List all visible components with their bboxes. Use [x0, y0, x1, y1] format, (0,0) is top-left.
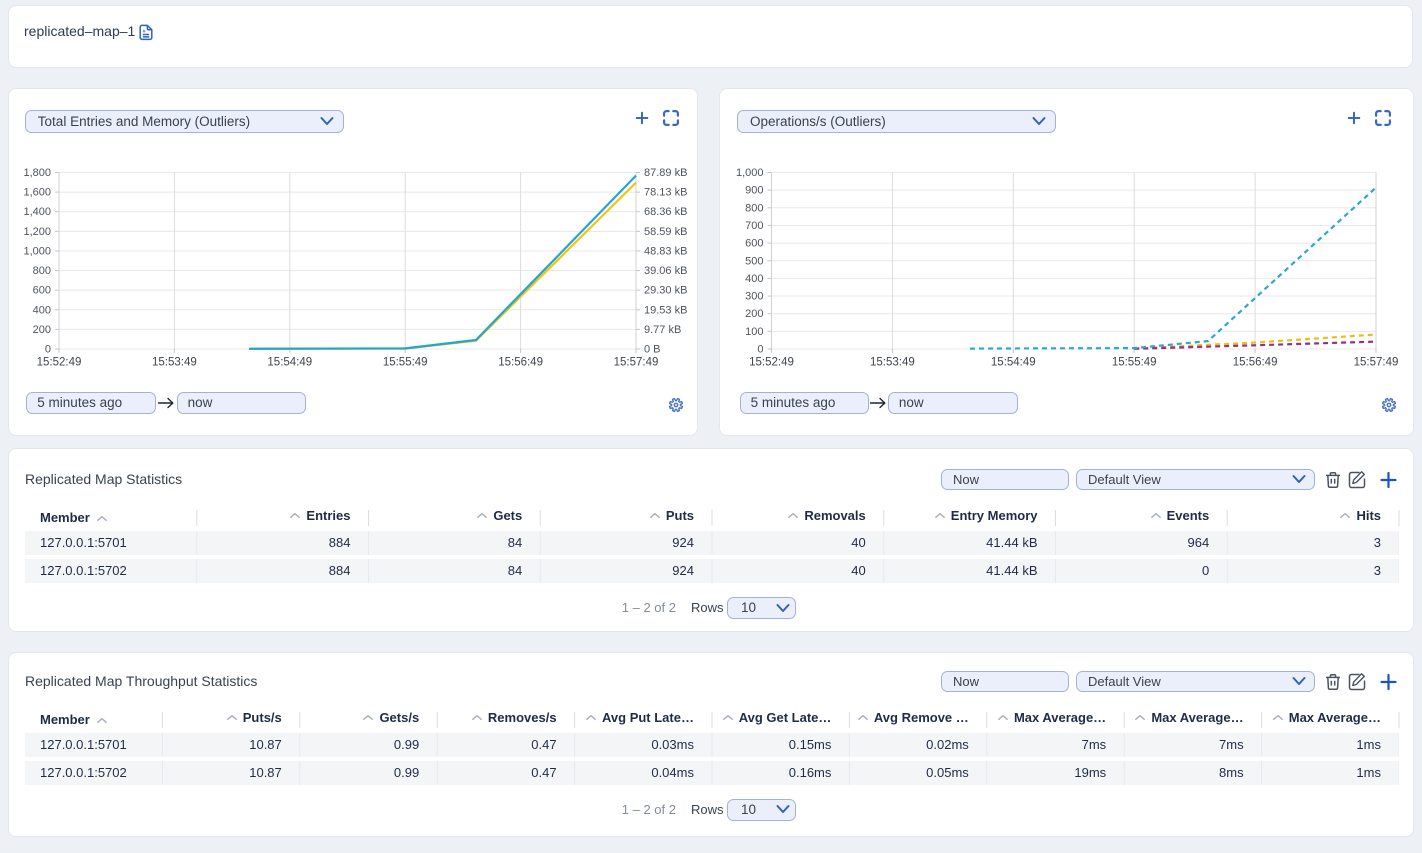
- svg-text:800: 800: [745, 202, 763, 214]
- svg-text:15:52:49: 15:52:49: [749, 356, 794, 368]
- svg-text:1,000: 1,000: [736, 167, 764, 179]
- svg-text:19.53 kB: 19.53 kB: [644, 304, 687, 316]
- svg-text:200: 200: [745, 308, 763, 320]
- svg-text:15:53:49: 15:53:49: [152, 356, 197, 368]
- svg-text:0: 0: [757, 343, 763, 355]
- svg-text:15:54:49: 15:54:49: [991, 356, 1036, 368]
- svg-text:1,400: 1,400: [23, 206, 51, 218]
- svg-text:1,600: 1,600: [23, 186, 51, 198]
- svg-text:78.13 kB: 78.13 kB: [644, 186, 687, 198]
- svg-text:15:54:49: 15:54:49: [267, 356, 312, 368]
- svg-text:15:57:49: 15:57:49: [614, 356, 659, 368]
- svg-text:39.06 kB: 39.06 kB: [644, 265, 687, 277]
- svg-text:600: 600: [745, 237, 763, 249]
- svg-text:15:56:49: 15:56:49: [1233, 356, 1278, 368]
- svg-text:300: 300: [745, 290, 763, 302]
- svg-text:900: 900: [745, 184, 763, 196]
- svg-text:0 B: 0 B: [644, 343, 661, 355]
- svg-text:87.89 kB: 87.89 kB: [644, 167, 687, 179]
- svg-text:100: 100: [745, 325, 763, 337]
- svg-text:15:55:49: 15:55:49: [1112, 356, 1157, 368]
- svg-text:400: 400: [33, 304, 51, 316]
- svg-text:15:57:49: 15:57:49: [1354, 356, 1399, 368]
- svg-text:500: 500: [745, 255, 763, 267]
- svg-text:15:52:49: 15:52:49: [37, 356, 82, 368]
- svg-text:1,000: 1,000: [23, 245, 51, 257]
- svg-text:9.77 kB: 9.77 kB: [644, 323, 681, 335]
- svg-text:68.36 kB: 68.36 kB: [644, 206, 687, 218]
- svg-text:0: 0: [45, 343, 51, 355]
- svg-text:600: 600: [33, 284, 51, 296]
- svg-text:800: 800: [33, 265, 51, 277]
- svg-text:1,200: 1,200: [23, 225, 51, 237]
- svg-text:700: 700: [745, 219, 763, 231]
- svg-text:1,800: 1,800: [23, 167, 51, 179]
- svg-text:15:53:49: 15:53:49: [870, 356, 915, 368]
- svg-text:15:55:49: 15:55:49: [383, 356, 428, 368]
- svg-text:48.83 kB: 48.83 kB: [644, 245, 687, 257]
- svg-text:200: 200: [33, 323, 51, 335]
- svg-text:58.59 kB: 58.59 kB: [644, 225, 687, 237]
- svg-text:400: 400: [745, 272, 763, 284]
- svg-text:29.30 kB: 29.30 kB: [644, 284, 687, 296]
- svg-text:15:56:49: 15:56:49: [498, 356, 543, 368]
